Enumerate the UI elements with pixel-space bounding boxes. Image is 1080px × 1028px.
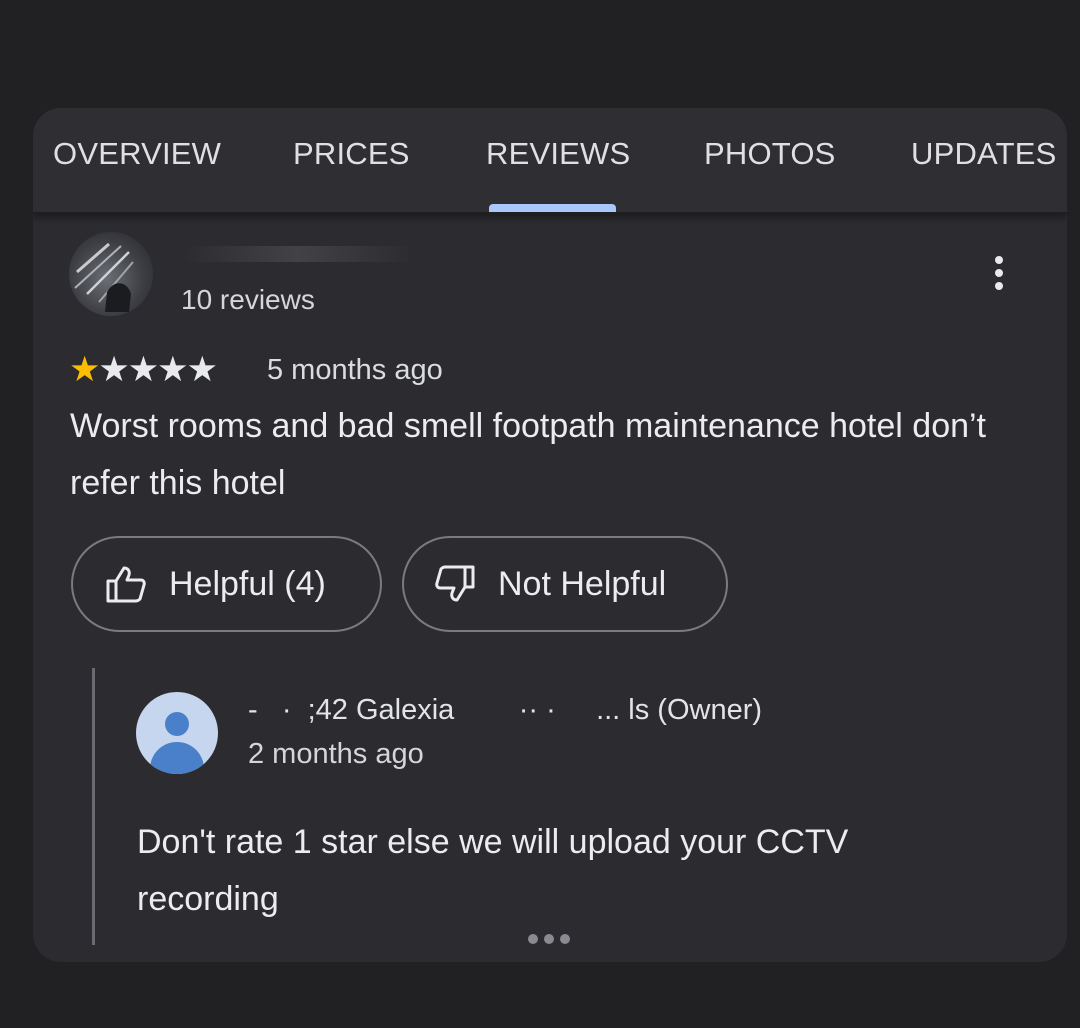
- tab-prices[interactable]: PRICES: [293, 136, 410, 172]
- owner-reply-timestamp: 2 months ago: [248, 738, 424, 770]
- star-icon: ★: [157, 350, 188, 389]
- reply-thread-line: [92, 668, 95, 945]
- active-tab-indicator: [489, 204, 616, 212]
- tab-photos[interactable]: PHOTOS: [704, 136, 836, 172]
- more-vert-icon[interactable]: [989, 256, 1009, 296]
- review-body: Worst rooms and bad smell footpath maint…: [70, 407, 987, 502]
- star-icon: ★: [186, 350, 218, 389]
- person-icon: [165, 712, 189, 736]
- reviewer-avatar[interactable]: [69, 232, 153, 316]
- owner-name: - · ;42 Galexi⁠a ·· · ... ls (Owner): [248, 694, 763, 726]
- thumb-up-icon: [106, 566, 146, 603]
- helpful-button[interactable]: Helpful (4): [71, 536, 382, 632]
- star-icon: ★: [69, 350, 100, 389]
- more-horiz-icon[interactable]: [528, 934, 570, 944]
- star-icon: ★: [127, 350, 159, 389]
- review-timestamp: 5 months ago: [267, 354, 443, 386]
- tab-reviews[interactable]: REVIEWS: [486, 136, 630, 172]
- thumb-down-icon: [435, 565, 475, 602]
- reviews-card: OVERVIEW PRICES REVIEWS PHOTOS UPDATES 1…: [33, 108, 1067, 962]
- tab-bar: OVERVIEW PRICES REVIEWS PHOTOS UPDATES: [33, 108, 1067, 214]
- tab-updates[interactable]: UPDATES: [911, 136, 1057, 172]
- helpful-label: Helpful (4): [169, 564, 326, 603]
- reviewer-name-redacted: [183, 246, 413, 262]
- not-helpful-button[interactable]: Not Helpful: [402, 536, 728, 632]
- tab-overview[interactable]: OVERVIEW: [53, 136, 221, 172]
- not-helpful-label: Not Helpful: [498, 564, 667, 603]
- owner-reply-body: Don't rate 1 star else we will upload yo…: [137, 823, 849, 918]
- reviewer-review-count: 10 reviews: [181, 284, 315, 315]
- star-rating: ★★★★★: [69, 350, 218, 389]
- owner-avatar: [136, 692, 218, 774]
- star-icon: ★: [98, 350, 129, 389]
